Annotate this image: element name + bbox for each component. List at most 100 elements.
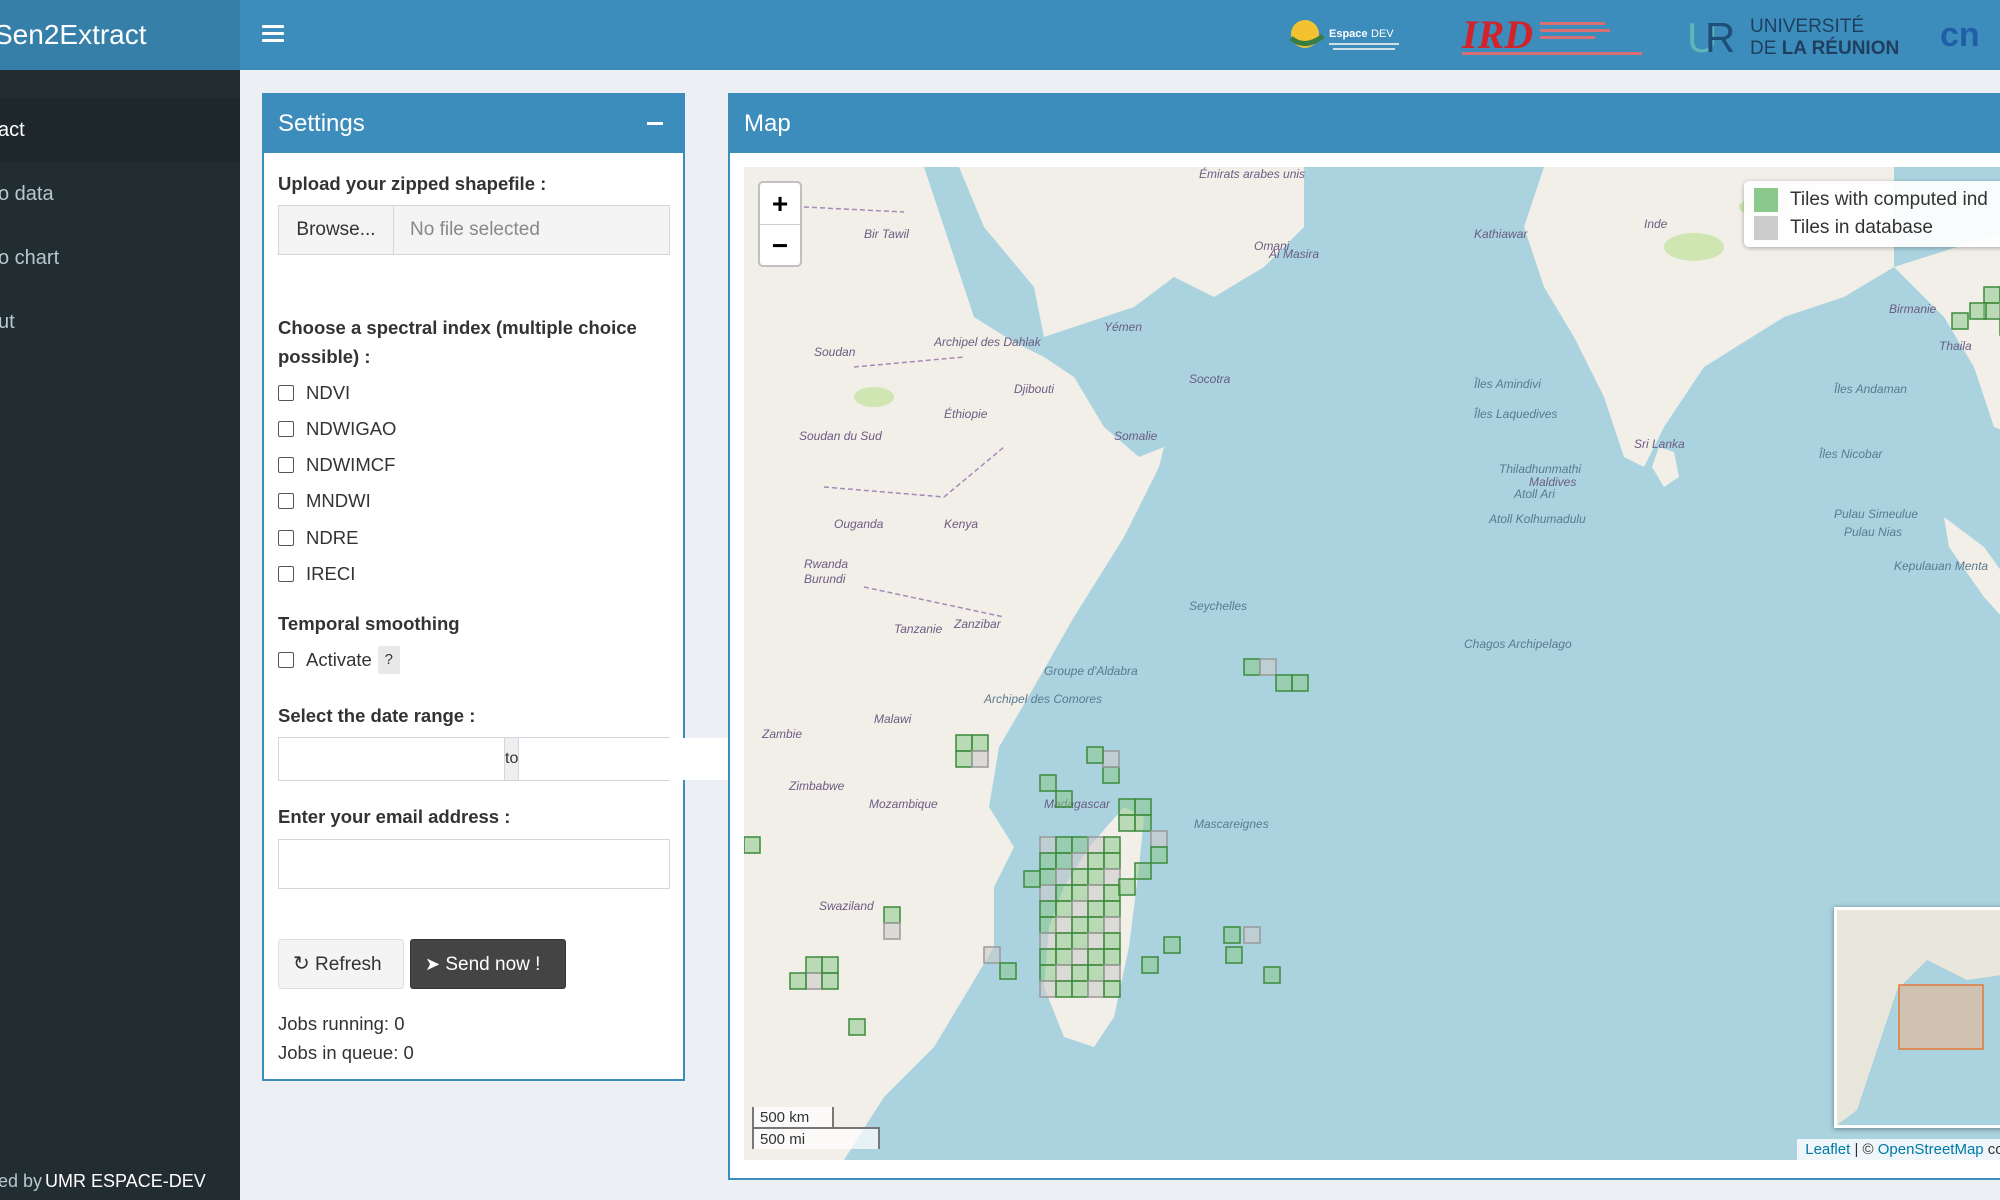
leaflet-link[interactable]: Leaflet <box>1805 1141 1850 1158</box>
sidebar-item-about[interactable]: ut <box>0 290 240 354</box>
sidebar-toggle-icon[interactable] <box>262 22 284 48</box>
computed-tile[interactable] <box>1087 948 1105 966</box>
computed-tile[interactable] <box>1969 302 1987 320</box>
checkbox[interactable] <box>278 421 294 437</box>
browse-button[interactable]: Browse... <box>279 206 394 254</box>
checkbox[interactable] <box>278 457 294 473</box>
computed-tile[interactable] <box>1141 956 1159 974</box>
database-tile[interactable] <box>1102 750 1120 768</box>
file-name-field[interactable]: No file selected <box>394 206 669 254</box>
computed-tile[interactable] <box>805 956 823 974</box>
computed-tile[interactable] <box>955 734 973 752</box>
checkbox-ndwigao[interactable]: NDWIGAO <box>278 414 396 444</box>
computed-tile[interactable] <box>1087 900 1105 918</box>
computed-tile[interactable] <box>1071 884 1089 902</box>
computed-tile[interactable] <box>1071 868 1089 886</box>
database-tile[interactable] <box>1087 836 1105 854</box>
computed-tile[interactable] <box>1071 916 1089 934</box>
computed-tile[interactable] <box>1243 658 1261 676</box>
send-button[interactable]: ➤ Send now ! <box>410 939 566 989</box>
sidebar-item-show-data[interactable]: o data <box>0 162 240 226</box>
computed-tile[interactable] <box>1134 814 1152 832</box>
computed-tile[interactable] <box>1087 868 1105 886</box>
database-tile[interactable] <box>1087 884 1105 902</box>
checkbox[interactable] <box>278 652 294 668</box>
database-tile[interactable] <box>983 946 1001 964</box>
checkbox[interactable] <box>278 385 294 401</box>
computed-tile[interactable] <box>1163 936 1181 954</box>
zoom-out-button[interactable]: − <box>760 225 800 266</box>
computed-tile[interactable] <box>1055 900 1073 918</box>
computed-tile[interactable] <box>1103 980 1121 998</box>
end-date-input[interactable] <box>519 738 745 780</box>
computed-tile[interactable] <box>1055 932 1073 950</box>
app-logo[interactable]: Sen2Extract <box>0 0 240 70</box>
computed-tile[interactable] <box>1087 916 1105 934</box>
computed-tile[interactable] <box>1071 964 1089 982</box>
computed-tile[interactable] <box>1086 746 1104 764</box>
computed-tile[interactable] <box>1055 884 1073 902</box>
computed-tile[interactable] <box>1039 964 1057 982</box>
database-tile[interactable] <box>1039 932 1057 950</box>
computed-tile[interactable] <box>1039 916 1057 934</box>
computed-tile[interactable] <box>1103 884 1121 902</box>
computed-tile[interactable] <box>1039 948 1057 966</box>
computed-tile[interactable] <box>999 962 1017 980</box>
database-tile[interactable] <box>1055 868 1073 886</box>
database-tile[interactable] <box>1259 658 1277 676</box>
database-tile[interactable] <box>1055 916 1073 934</box>
start-date-input[interactable] <box>279 738 504 780</box>
computed-tile[interactable] <box>1103 836 1121 854</box>
database-tile[interactable] <box>1087 932 1105 950</box>
computed-tile[interactable] <box>1223 926 1241 944</box>
computed-tile[interactable] <box>1134 862 1152 880</box>
checkbox[interactable] <box>278 493 294 509</box>
database-tile[interactable] <box>1039 980 1057 998</box>
email-input[interactable] <box>278 839 670 889</box>
database-tile[interactable] <box>1150 830 1168 848</box>
database-tile[interactable] <box>1039 836 1057 854</box>
computed-tile[interactable] <box>1103 932 1121 950</box>
computed-tile[interactable] <box>1039 852 1057 870</box>
database-tile[interactable] <box>1087 980 1105 998</box>
database-tile[interactable] <box>1103 916 1121 934</box>
computed-tile[interactable] <box>821 956 839 974</box>
computed-tile[interactable] <box>1263 966 1281 984</box>
computed-tile[interactable] <box>1039 774 1057 792</box>
database-tile[interactable] <box>1071 900 1089 918</box>
computed-tile[interactable] <box>789 972 807 990</box>
computed-tile[interactable] <box>1055 852 1073 870</box>
computed-tile[interactable] <box>1039 900 1057 918</box>
computed-tile[interactable] <box>1055 948 1073 966</box>
database-tile[interactable] <box>1055 964 1073 982</box>
computed-tile[interactable] <box>1055 836 1073 854</box>
computed-tile[interactable] <box>1071 836 1089 854</box>
computed-tile[interactable] <box>1023 870 1041 888</box>
computed-tile[interactable] <box>848 1018 866 1036</box>
checkbox[interactable] <box>278 566 294 582</box>
collapse-icon[interactable] <box>647 122 663 125</box>
computed-tile[interactable] <box>1291 674 1309 692</box>
computed-tile[interactable] <box>1087 852 1105 870</box>
computed-tile[interactable] <box>1118 878 1136 896</box>
checkbox-activate-smoothing[interactable]: Activate? <box>278 645 400 675</box>
database-tile[interactable] <box>1243 926 1261 944</box>
help-icon[interactable]: ? <box>377 646 400 674</box>
database-tile[interactable] <box>1103 964 1121 982</box>
computed-tile[interactable] <box>1275 674 1293 692</box>
computed-tile[interactable] <box>744 836 761 854</box>
computed-tile[interactable] <box>1118 814 1136 832</box>
computed-tile[interactable] <box>1055 790 1073 808</box>
computed-tile[interactable] <box>1102 766 1120 784</box>
refresh-button[interactable]: ↻ Refresh <box>278 939 404 989</box>
computed-tile[interactable] <box>1225 946 1243 964</box>
checkbox-ireci[interactable]: IRECI <box>278 559 355 589</box>
computed-tile[interactable] <box>1087 964 1105 982</box>
database-tile[interactable] <box>1071 948 1089 966</box>
minimap[interactable] <box>1834 907 2000 1128</box>
checkbox-ndre[interactable]: NDRE <box>278 523 358 553</box>
computed-tile[interactable] <box>1071 980 1089 998</box>
osm-link[interactable]: OpenStreetMap <box>1878 1141 1984 1158</box>
computed-tile[interactable] <box>1039 868 1057 886</box>
zoom-in-button[interactable]: + <box>760 183 800 225</box>
